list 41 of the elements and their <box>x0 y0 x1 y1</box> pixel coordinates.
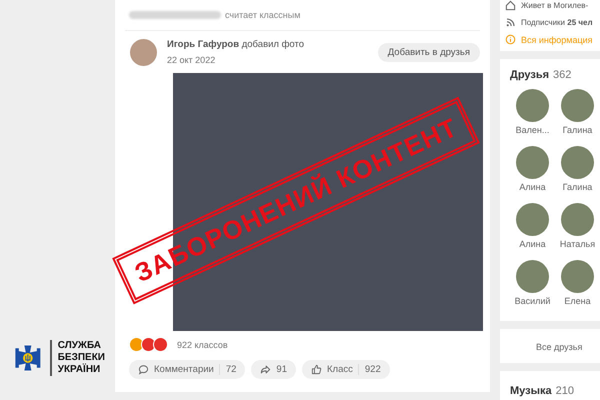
friend-avatar[interactable] <box>516 89 549 122</box>
friend-avatar[interactable] <box>561 89 594 122</box>
avatar[interactable] <box>130 38 157 66</box>
music-count: 210 <box>556 385 574 397</box>
logo-text-line: БЕЗПЕКИ <box>58 352 105 364</box>
friend-name[interactable]: Алина <box>519 182 546 192</box>
friend-avatar[interactable] <box>561 146 594 179</box>
friends-heading: Друзья <box>510 69 550 81</box>
friend-name[interactable]: Вален... <box>516 125 550 135</box>
like-button[interactable]: Класс 922 <box>302 360 390 379</box>
home-icon <box>505 0 516 11</box>
friend-avatar[interactable] <box>561 203 594 236</box>
friend-name[interactable]: Галина <box>562 125 592 135</box>
logo-text-line: СЛУЖБА <box>58 340 102 352</box>
friend-name[interactable]: Василий <box>514 296 550 306</box>
friends-count: 362 <box>553 69 572 81</box>
friend-name[interactable]: Наталья <box>560 239 596 249</box>
post-author-line: Игорь Гафуров добавил фото <box>167 39 306 50</box>
friend-name[interactable]: Галина <box>562 182 592 192</box>
profile-info-text: Живет в Могилев- <box>521 1 588 10</box>
share-arrow-icon <box>260 364 272 375</box>
speech-bubble-icon <box>138 364 149 375</box>
friend-name[interactable]: Елена <box>564 296 591 306</box>
liked-text: считает классным <box>225 10 300 20</box>
rss-icon <box>505 17 516 28</box>
music-heading: Музыка <box>510 385 552 397</box>
all-friends-link[interactable]: Все друзья <box>536 342 582 352</box>
friend-avatar[interactable] <box>516 203 549 236</box>
info-icon <box>505 34 516 45</box>
add-friend-button[interactable]: Добавить в друзья <box>378 42 480 62</box>
comment-button[interactable]: Комментарии 72 <box>129 360 246 379</box>
thumbs-up-icon <box>311 364 322 375</box>
friend-avatar[interactable] <box>516 146 549 179</box>
reactions-count[interactable]: 922 классов <box>177 340 228 350</box>
friend-name[interactable]: Алина <box>519 239 546 249</box>
logo-text-line: УКРАЇНИ <box>58 364 102 376</box>
friend-avatar[interactable] <box>561 260 594 293</box>
share-button[interactable]: 91 <box>251 360 296 379</box>
friend-avatar[interactable] <box>516 260 549 293</box>
post-date: 22 окт 2022 <box>167 55 216 65</box>
profile-info-text: Подписчики 25 чел <box>521 18 593 27</box>
